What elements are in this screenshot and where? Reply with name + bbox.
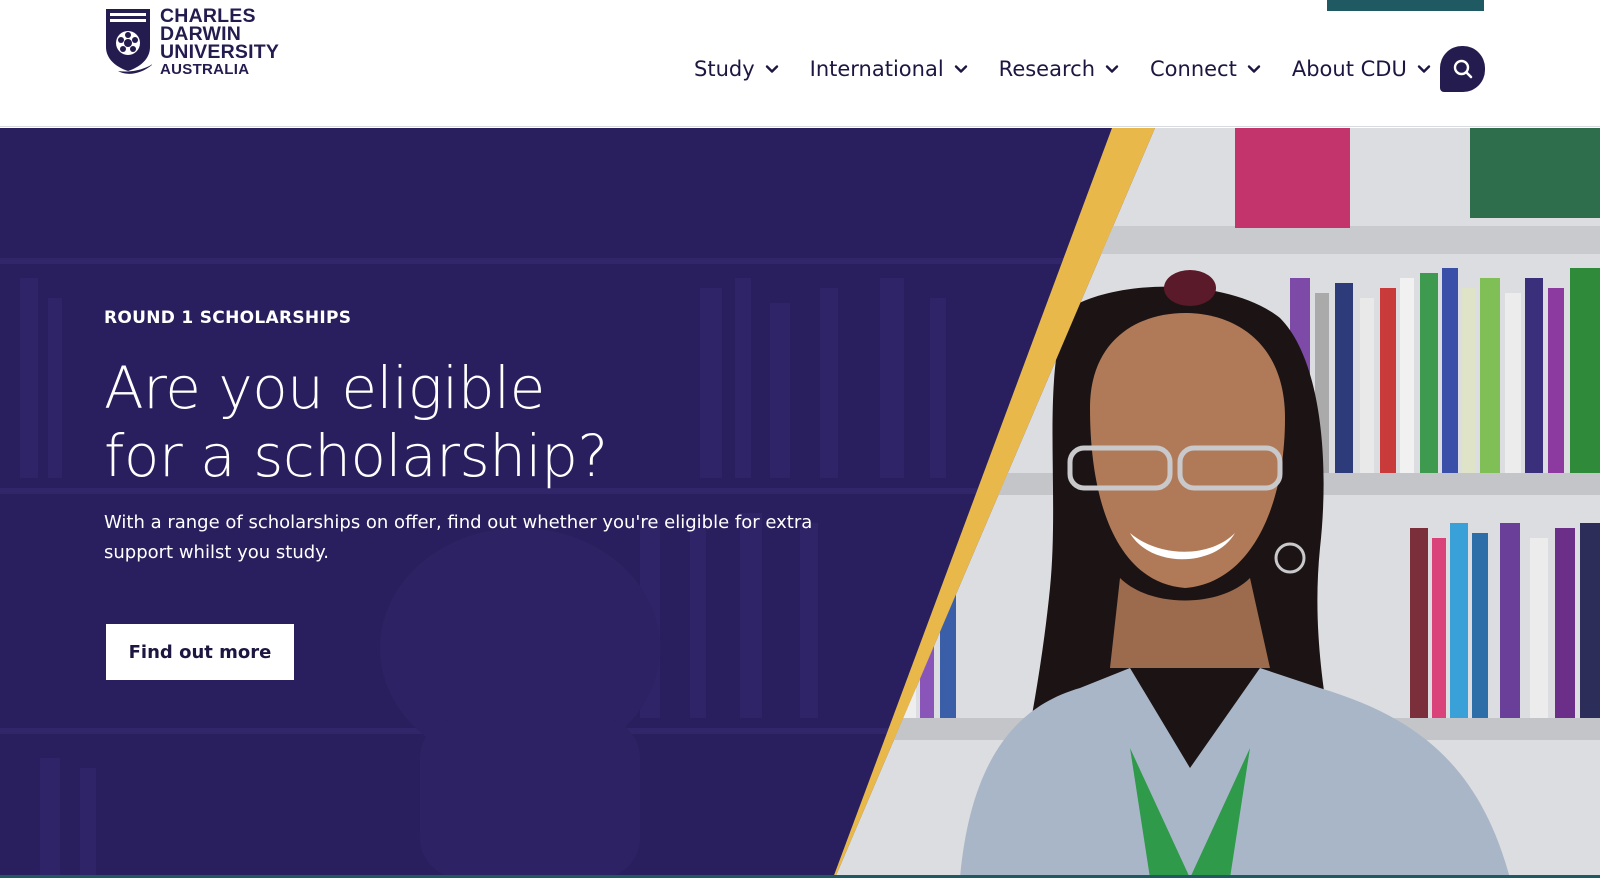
hero-banner: ROUND 1 SCHOLARSHIPS Are you eligible fo… [0,128,1600,878]
search-icon [1453,59,1472,79]
hero-description: With a range of scholarships on offer, f… [104,512,813,563]
hero-headline-line: Are you eligible [104,354,545,422]
chevron-down-icon [954,65,967,73]
nav-item-connect[interactable]: Connect [1150,57,1261,81]
logo-line: AUSTRALIA [160,61,250,78]
logo-wordmark: CHARLES DARWIN UNIVERSITY AUSTRALIA [160,6,280,79]
nav-item-research[interactable]: Research [999,57,1119,81]
main-nav: Study International Research Connect Abo… [694,46,1431,92]
hero-student-photo [833,128,1600,878]
chevron-down-icon [1247,65,1261,73]
hero-headline: Are you eligible for a scholarship? [104,354,608,490]
hero-eyebrow: ROUND 1 SCHOLARSHIPS [104,308,352,328]
hero-headline-line: for a scholarship? [104,422,608,490]
nav-item-study[interactable]: Study [694,57,779,81]
nav-item-about-cdu[interactable]: About CDU [1292,57,1431,81]
chevron-down-icon [1105,65,1119,73]
nav-item-label: Study [694,57,755,81]
university-shield-icon [106,9,152,74]
nav-item-label: International [809,57,944,81]
chevron-down-icon [765,65,778,73]
search-button[interactable] [1440,46,1485,92]
utility-bar-button[interactable] [1327,0,1484,11]
site-header: CHARLES DARWIN UNIVERSITY AUSTRALIA Stud… [0,0,1600,127]
nav-item-international[interactable]: International [810,57,968,81]
find-out-more-button[interactable]: Find out more [106,624,294,680]
nav-item-label: About CDU [1291,57,1407,81]
nav-item-label: Connect [1150,57,1237,81]
site-logo[interactable]: CHARLES DARWIN UNIVERSITY AUSTRALIA [104,6,280,79]
nav-item-label: Research [998,57,1095,81]
chevron-down-icon [1417,65,1431,73]
logo-line: UNIVERSITY [160,41,280,63]
